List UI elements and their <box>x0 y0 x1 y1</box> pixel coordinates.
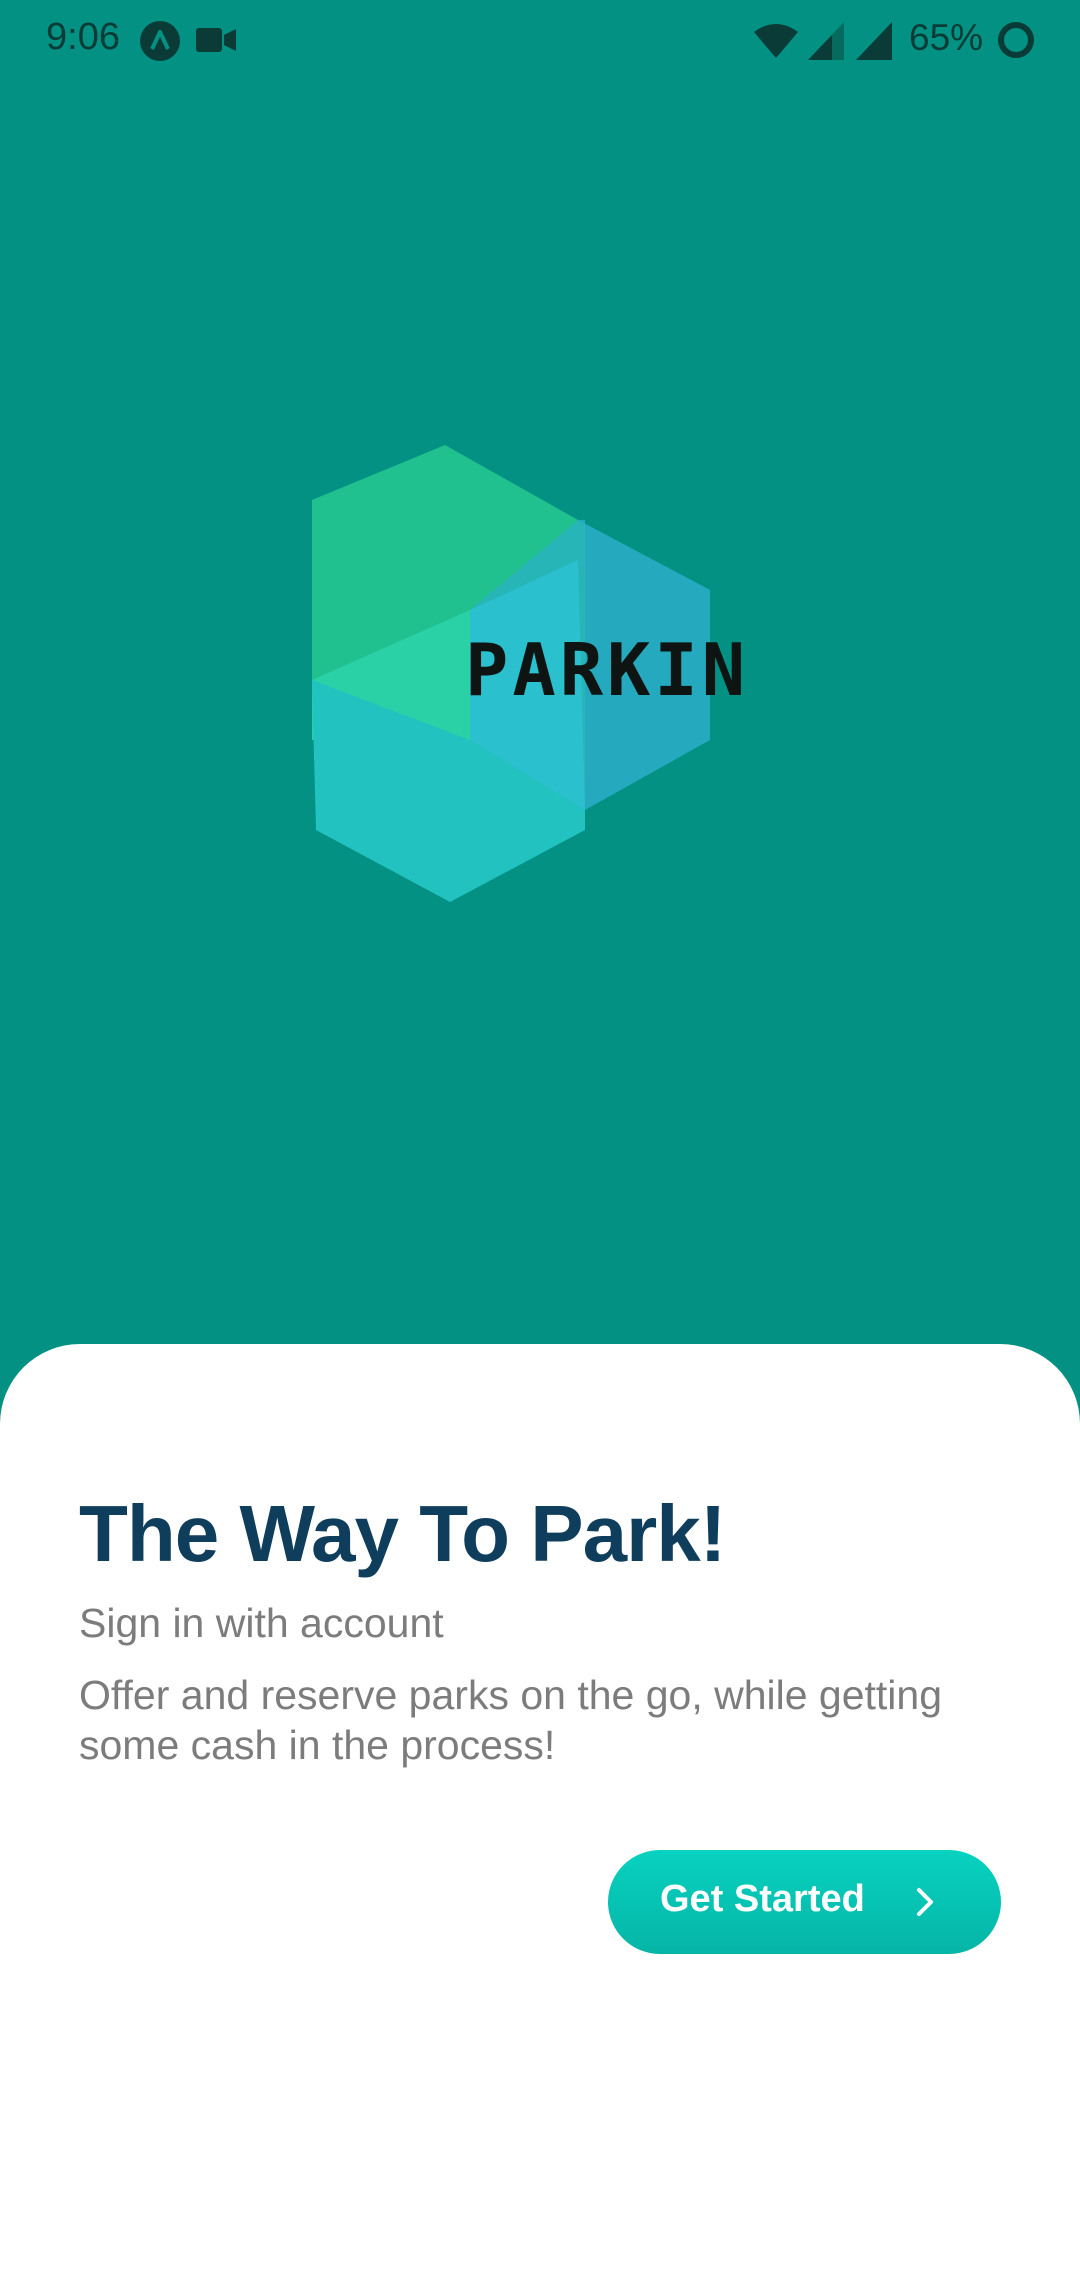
bottom-sheet <box>0 1344 1080 2280</box>
welcome-screen: 9:06 65% PARKIN The Way To Park! Sign in… <box>0 0 1080 2280</box>
status-bar: 9:06 65% <box>0 0 1080 80</box>
app-a-icon <box>140 21 180 61</box>
app-description: Offer and reserve parks on the go, while… <box>79 1672 943 1768</box>
video-camera-icon <box>196 28 236 52</box>
sign-in-subtitle: Sign in with account <box>79 1600 444 1646</box>
battery-percentage: 65% <box>909 17 984 58</box>
signal-icon <box>808 22 844 60</box>
status-time: 9:06 <box>46 16 120 58</box>
signal-icon <box>856 22 892 60</box>
chevron-right-icon <box>917 1888 933 1916</box>
get-started-label: Get Started <box>660 1878 865 1920</box>
get-started-button[interactable]: Get Started <box>608 1850 1001 1954</box>
battery-ring-icon <box>998 22 1034 58</box>
page-title: The Way To Park! <box>79 1489 726 1578</box>
logo-wordmark: PARKIN <box>465 628 750 712</box>
wifi-icon <box>754 24 798 58</box>
